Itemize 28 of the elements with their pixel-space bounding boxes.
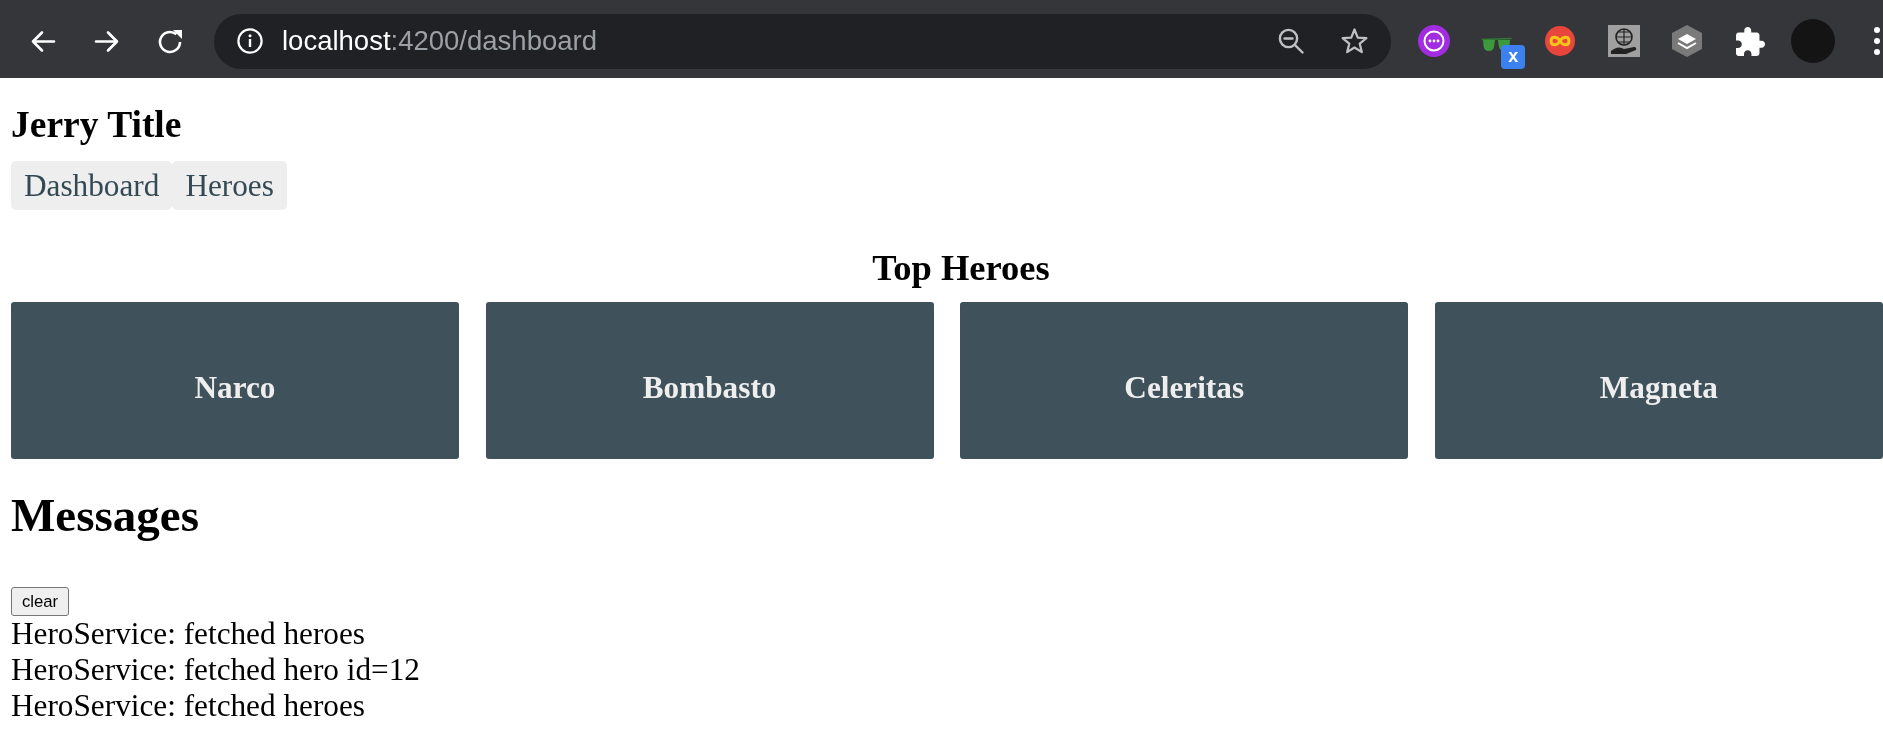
info-icon[interactable] <box>237 28 263 54</box>
app-title: Jerry Title <box>11 103 182 146</box>
globe-hand-icon[interactable] <box>1607 25 1640 57</box>
extension-badge: x <box>1501 45 1526 69</box>
message-text: HeroService: fetched heroes <box>11 687 365 724</box>
forward-arrow-icon[interactable] <box>94 28 120 54</box>
menu-icon[interactable] <box>1874 27 1881 55</box>
zoom-out-icon[interactable] <box>1278 28 1304 54</box>
clear-button[interactable]: clear <box>11 587 70 616</box>
hero-card[interactable]: Narco <box>11 302 459 459</box>
layers-icon[interactable] <box>1671 25 1702 57</box>
message-text: HeroService: fetched heroes <box>11 616 365 652</box>
hero-card[interactable]: Magneta <box>1434 302 1883 459</box>
address-bar[interactable]: localhost:4200/dashboard <box>214 13 1391 69</box>
message-text: HeroService: fetched hero id=12 <box>11 651 420 688</box>
messages-heading: Messages <box>11 488 199 542</box>
extension-icon[interactable] <box>1417 25 1450 57</box>
section-heading: Top Heroes <box>872 247 1050 289</box>
hero-card[interactable]: Celeritas <box>960 302 1409 459</box>
infinity-icon[interactable] <box>1545 26 1576 56</box>
url-text: localhost:4200/dashboard <box>282 25 597 57</box>
nav-link[interactable]: Dashboard <box>11 161 173 210</box>
back-arrow-icon[interactable] <box>30 28 56 54</box>
reload-icon[interactable] <box>157 28 185 54</box>
puzzle-icon[interactable] <box>1735 26 1765 56</box>
star-icon[interactable] <box>1340 26 1369 56</box>
nav-link[interactable]: Heroes <box>172 161 287 210</box>
hero-card[interactable]: Bombasto <box>485 302 934 459</box>
